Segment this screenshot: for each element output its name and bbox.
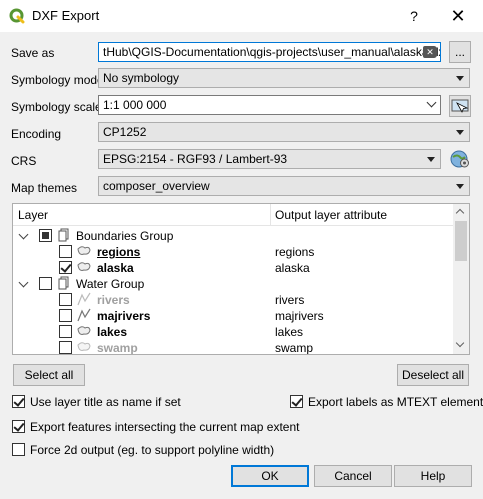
tree-scrollbar[interactable] — [453, 204, 469, 354]
symbology-mode-label: Symbology mode — [11, 73, 104, 87]
tree-row-label: swamp — [97, 341, 138, 355]
chevron-down-icon — [456, 130, 464, 135]
tree-row-label: lakes — [97, 325, 128, 339]
layer-checkbox[interactable] — [59, 261, 72, 274]
tree-row-label: majrivers — [97, 309, 151, 323]
deselect-all-button[interactable]: Deselect all — [397, 364, 469, 386]
intersect-checkbox[interactable] — [12, 420, 25, 433]
qgis-logo-icon — [9, 8, 25, 24]
save-as-input[interactable]: tHub\QGIS-Documentation\qgis-projects\us… — [98, 42, 441, 62]
chevron-down-icon — [456, 76, 464, 81]
tree-row-attr[interactable]: regions — [275, 245, 314, 259]
map-scale-icon[interactable] — [449, 95, 471, 117]
ok-button[interactable]: OK — [231, 465, 309, 487]
layer-checkbox[interactable] — [59, 293, 72, 306]
chevron-down-icon[interactable] — [18, 229, 29, 240]
tree-row-rivers[interactable]: rivers rivers — [13, 292, 453, 308]
polygon-layer-icon — [77, 262, 91, 271]
encoding-value: CP1252 — [103, 125, 147, 139]
group-checkbox[interactable] — [39, 229, 52, 242]
chevron-down-icon[interactable] — [426, 97, 437, 108]
select-all-button[interactable]: Select all — [13, 364, 85, 386]
polygon-layer-icon — [77, 326, 91, 335]
tree-row-label: rivers — [97, 293, 130, 307]
tree-row-label: Water Group — [76, 277, 145, 291]
chevron-down-icon[interactable] — [18, 277, 29, 288]
symbology-scale-input[interactable]: 1:1 000 000 — [98, 95, 441, 115]
crs-selector-icon[interactable] — [449, 148, 471, 170]
crs-value: EPSG:2154 - RGF93 / Lambert-93 — [103, 152, 288, 166]
tree-row-attr[interactable]: lakes — [275, 325, 303, 339]
scroll-thumb[interactable] — [455, 221, 467, 261]
clear-icon[interactable]: ✕ — [423, 46, 437, 58]
symbology-mode-select[interactable]: No symbology — [98, 68, 470, 88]
group-checkbox[interactable] — [39, 277, 52, 290]
help-button[interactable]: Help — [394, 465, 472, 487]
tree-row-majrivers[interactable]: majrivers majrivers — [13, 308, 453, 324]
layer-title-checkbox[interactable] — [12, 395, 25, 408]
line-layer-icon — [77, 292, 91, 306]
column-divider[interactable] — [270, 204, 271, 226]
tree-row-boundaries-group[interactable]: Boundaries Group — [13, 228, 453, 244]
tree-row-water-group[interactable]: Water Group — [13, 276, 453, 292]
mtext-checkbox[interactable] — [290, 395, 303, 408]
intersect-label: Export features intersecting the current… — [30, 420, 300, 434]
cancel-button[interactable]: Cancel — [314, 465, 392, 487]
encoding-select[interactable]: CP1252 — [98, 122, 470, 142]
polygon-layer-icon — [77, 246, 91, 255]
chevron-down-icon — [456, 184, 464, 189]
tree-row-label: regions — [97, 245, 141, 259]
tree-row-label: Boundaries Group — [76, 229, 174, 243]
crs-select[interactable]: EPSG:2154 - RGF93 / Lambert-93 — [98, 149, 441, 169]
force2d-checkbox[interactable] — [12, 443, 25, 456]
map-themes-label: Map themes — [11, 181, 78, 195]
chevron-down-icon — [427, 157, 435, 162]
symbology-mode-value: No symbology — [103, 71, 180, 85]
layer-checkbox[interactable] — [59, 245, 72, 258]
encoding-label: Encoding — [11, 127, 62, 141]
save-as-label: Save as — [11, 46, 55, 60]
layer-tree[interactable]: Layer Output layer attribute Boundaries … — [12, 203, 470, 355]
layer-checkbox[interactable] — [59, 325, 72, 338]
save-as-value: tHub\QGIS-Documentation\qgis-projects\us… — [103, 45, 441, 59]
tree-row-regions[interactable]: regions regions — [13, 244, 453, 260]
close-icon[interactable]: ✕ — [448, 6, 468, 26]
symbology-scale-label: Symbology scale — [11, 100, 102, 114]
tree-row-alaska[interactable]: alaska alaska — [13, 260, 453, 276]
tree-row-lakes[interactable]: lakes lakes — [13, 324, 453, 340]
crs-label: CRS — [11, 154, 37, 168]
column-output-attribute[interactable]: Output layer attribute — [275, 208, 387, 222]
browse-button[interactable]: ... — [449, 41, 471, 63]
map-themes-value: composer_overview — [103, 179, 210, 193]
tree-row-attr[interactable]: swamp — [275, 341, 313, 354]
tree-row-attr[interactable]: rivers — [275, 293, 304, 307]
map-themes-select[interactable]: composer_overview — [98, 176, 470, 196]
mtext-label: Export labels as MTEXT elements — [308, 395, 483, 409]
layer-group-icon — [58, 276, 69, 290]
symbology-scale-value: 1:1 000 000 — [103, 98, 167, 112]
layer-group-icon — [58, 228, 69, 242]
column-layer[interactable]: Layer — [18, 208, 48, 222]
window-title: DXF Export — [32, 8, 100, 23]
tree-row-label: alaska — [97, 261, 134, 275]
line-layer-icon — [77, 308, 91, 322]
tree-row-attr[interactable]: alaska — [275, 261, 310, 275]
tree-header: Layer Output layer attribute — [13, 204, 453, 226]
layer-checkbox[interactable] — [59, 341, 72, 354]
tree-row-swamp[interactable]: swamp swamp — [13, 340, 453, 355]
help-icon[interactable]: ? — [404, 6, 424, 26]
polygon-layer-icon — [77, 342, 91, 351]
scroll-up-icon[interactable] — [455, 208, 465, 218]
layer-title-label: Use layer title as name if set — [30, 395, 181, 409]
scroll-down-icon[interactable] — [455, 338, 465, 348]
tree-row-attr[interactable]: majrivers — [275, 309, 324, 323]
force2d-label: Force 2d output (eg. to support polyline… — [30, 443, 275, 457]
title-bar: DXF Export ? ✕ — [0, 0, 483, 32]
layer-checkbox[interactable] — [59, 309, 72, 322]
